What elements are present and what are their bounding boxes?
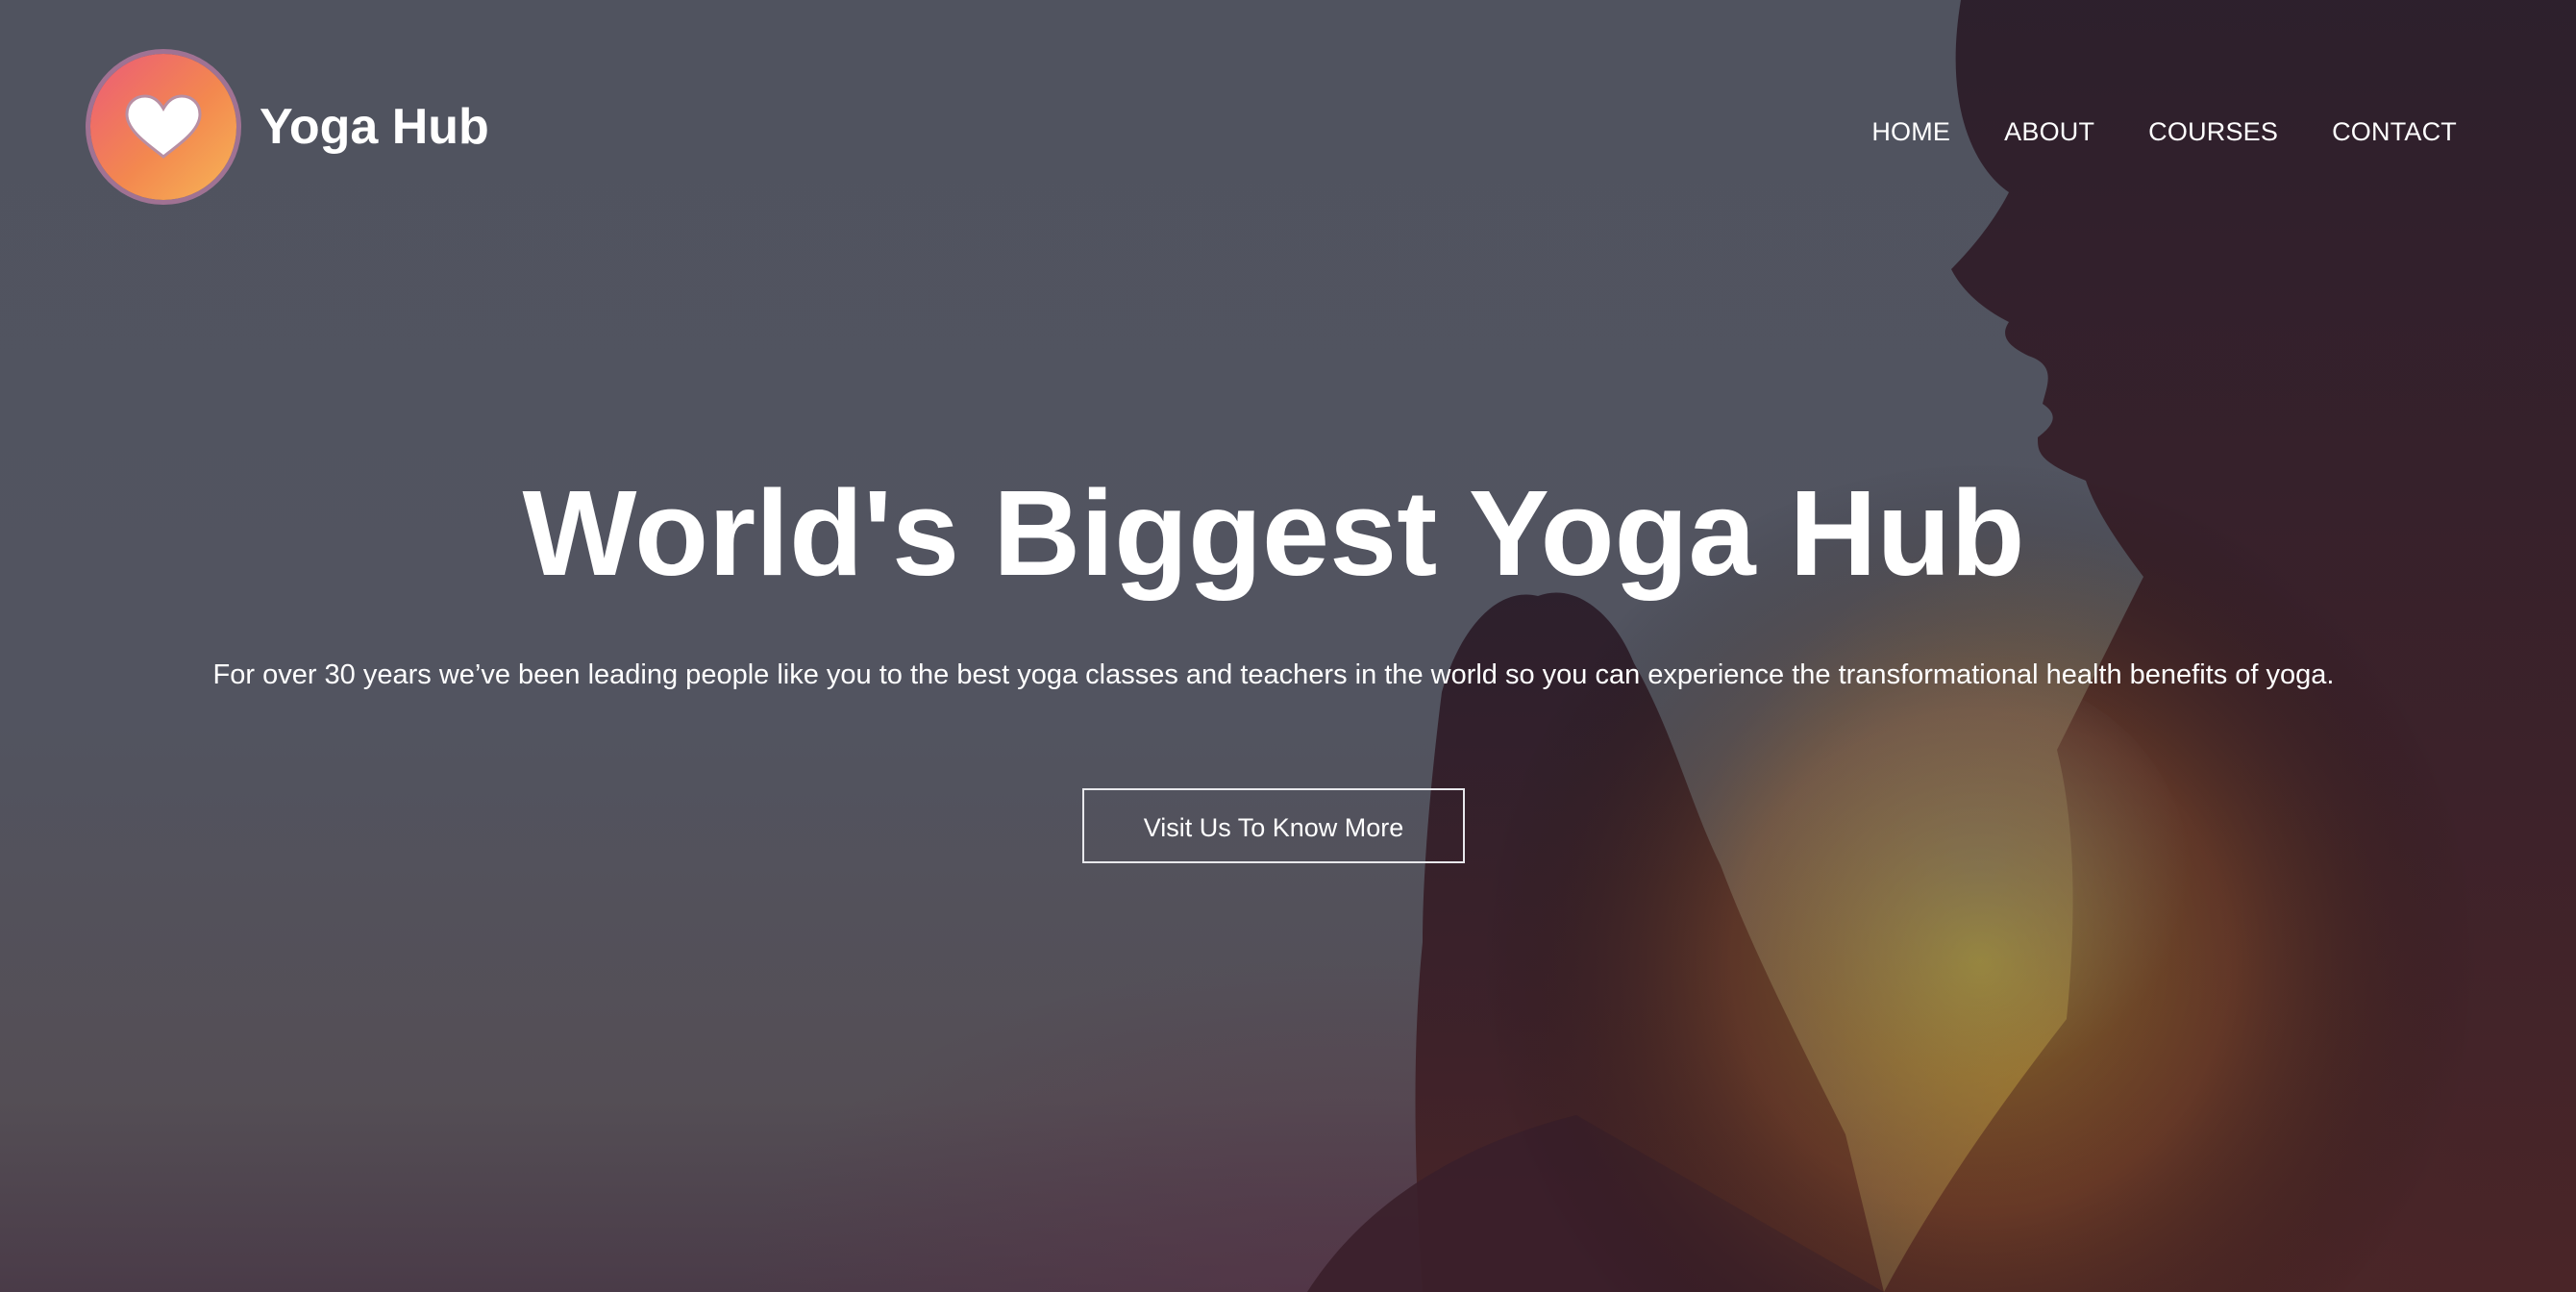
- main-nav: HOME ABOUT COURSES CONTACT: [1871, 117, 2457, 147]
- nav-home-link[interactable]: HOME: [1871, 117, 1950, 147]
- brand[interactable]: Yoga Hub: [90, 54, 489, 200]
- heart-icon: [125, 94, 202, 159]
- visit-us-button[interactable]: Visit Us To Know More: [1082, 788, 1465, 863]
- hero-subtitle: For over 30 years we’ve been leading peo…: [212, 659, 2335, 690]
- nav-contact-link[interactable]: CONTACT: [2332, 117, 2457, 147]
- brand-name[interactable]: Yoga Hub: [260, 98, 489, 156]
- hero-headline: World's Biggest Yoga Hub: [522, 465, 2025, 601]
- hero-section: Yoga Hub HOME ABOUT COURSES CONTACT Worl…: [0, 0, 2576, 1292]
- hero-content: World's Biggest Yoga Hub For over 30 yea…: [0, 461, 2547, 863]
- brand-logo[interactable]: [90, 54, 236, 200]
- nav-about-link[interactable]: ABOUT: [2004, 117, 2094, 147]
- nav-courses-link[interactable]: COURSES: [2148, 117, 2278, 147]
